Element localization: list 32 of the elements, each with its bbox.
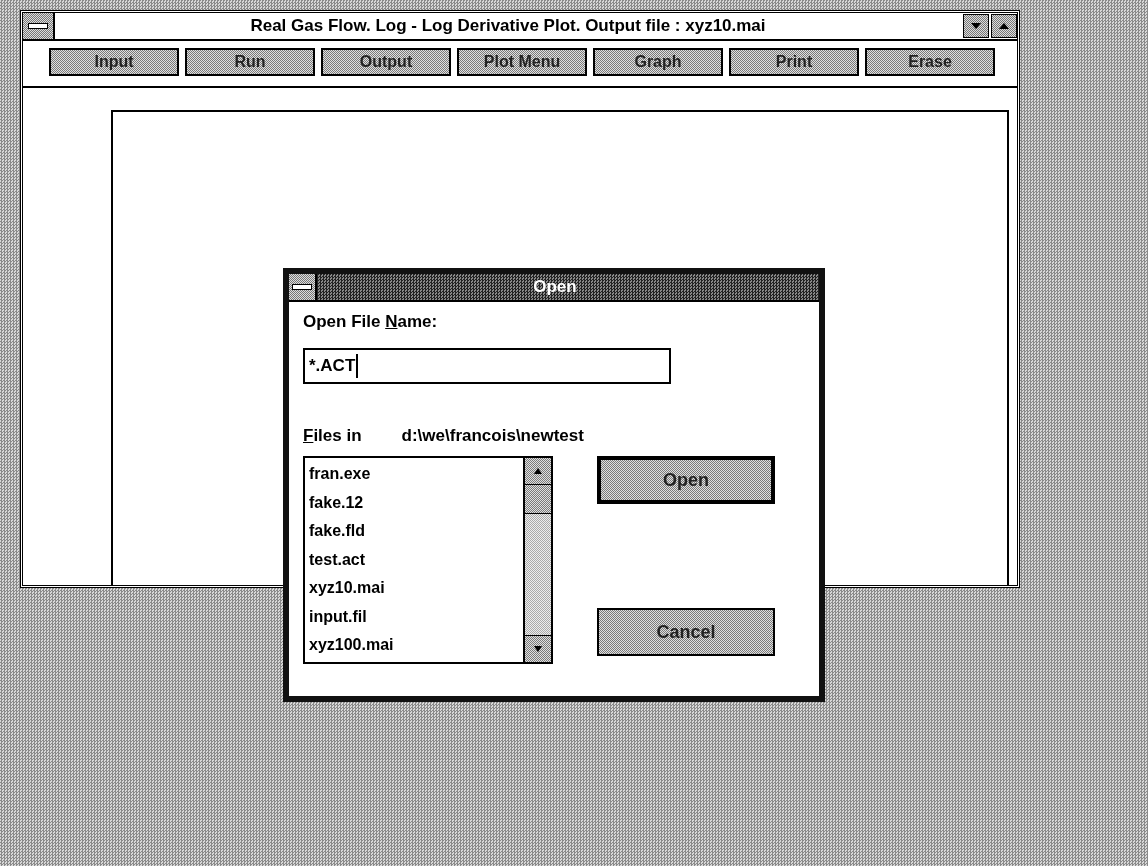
file-list-item[interactable]: test.act (309, 545, 519, 574)
file-name-label: Open File Name: (303, 312, 439, 332)
toolbar-button[interactable]: Plot Menu (457, 48, 587, 76)
toolbar-button[interactable]: Output (321, 48, 451, 76)
file-list-item[interactable]: fake.fld (309, 517, 519, 546)
up-arrow-icon (998, 21, 1010, 31)
toolbar-button[interactable]: Graph (593, 48, 723, 76)
file-list-item[interactable]: xyz100.mai (309, 631, 519, 660)
minimize-button[interactable] (963, 14, 989, 38)
toolbar-button[interactable]: Print (729, 48, 859, 76)
file-name-field[interactable]: *.ACT (303, 348, 671, 384)
system-menu-button[interactable] (289, 274, 317, 300)
window-title: Real Gas Flow. Log - Log Derivative Plot. Output file : xyz10.mai (249, 16, 767, 36)
maximize-button[interactable] (991, 14, 1017, 38)
up-arrow-icon (533, 467, 543, 475)
file-list-item[interactable]: xyz10.mai (309, 574, 519, 603)
directory-path: d:\we\francois\newtest (401, 426, 584, 446)
dialog-button[interactable]: Cancel (597, 608, 775, 656)
file-list-item[interactable]: input.fil (309, 602, 519, 631)
system-menu-button[interactable] (23, 13, 55, 39)
scroll-thumb[interactable] (525, 485, 551, 514)
toolbar-button[interactable]: Run (185, 48, 315, 76)
dialog-title: Open (532, 277, 578, 297)
toolbar-button[interactable]: Erase (865, 48, 995, 76)
dialog-button[interactable]: Open (597, 456, 775, 504)
files-in-label: Files in (303, 426, 362, 446)
toolbar-button[interactable]: Input (49, 48, 179, 76)
file-list-item[interactable]: fran.exe (309, 460, 519, 489)
scrollbar[interactable] (523, 458, 551, 662)
down-arrow-icon (533, 645, 543, 653)
down-arrow-icon (970, 21, 982, 31)
file-list-item[interactable]: fake.12 (309, 488, 519, 517)
